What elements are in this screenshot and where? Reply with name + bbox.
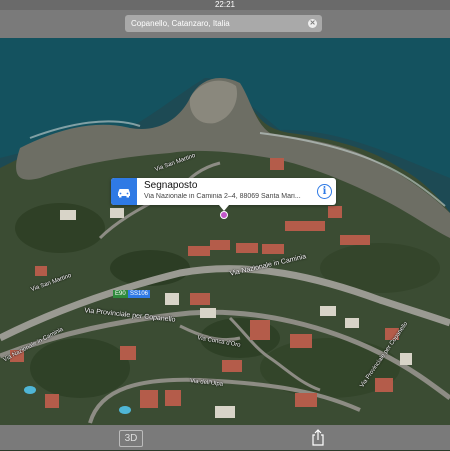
search-input[interactable]: Copanello, Catanzaro, Italia — [131, 15, 230, 32]
satellite-map[interactable] — [0, 38, 450, 425]
car-icon[interactable] — [111, 178, 137, 205]
share-icon[interactable] — [311, 429, 325, 446]
status-time: 22:21 — [214, 0, 236, 9]
callout-tail — [219, 205, 229, 211]
callout-address: Via Nazionale in Caminia 2–4, 88069 Sant… — [144, 193, 301, 200]
info-icon[interactable]: i — [317, 184, 332, 199]
top-toolbar: Copanello, Catanzaro, Italia ✕ — [0, 10, 450, 38]
status-bar: 22:21 — [0, 0, 450, 10]
clear-icon[interactable]: ✕ — [308, 19, 317, 28]
road-shield: E90 — [113, 290, 128, 298]
location-callout[interactable]: Segnaposto Via Nazionale in Caminia 2–4,… — [111, 178, 336, 211]
road-shield: SS106 — [128, 290, 151, 298]
bottom-toolbar: 3D — [0, 425, 450, 450]
3d-button[interactable]: 3D — [119, 430, 143, 447]
callout-title: Segnaposto — [144, 180, 198, 191]
map-imagery — [0, 38, 450, 425]
location-pin[interactable] — [220, 211, 228, 219]
search-field[interactable]: Copanello, Catanzaro, Italia ✕ — [125, 15, 322, 32]
